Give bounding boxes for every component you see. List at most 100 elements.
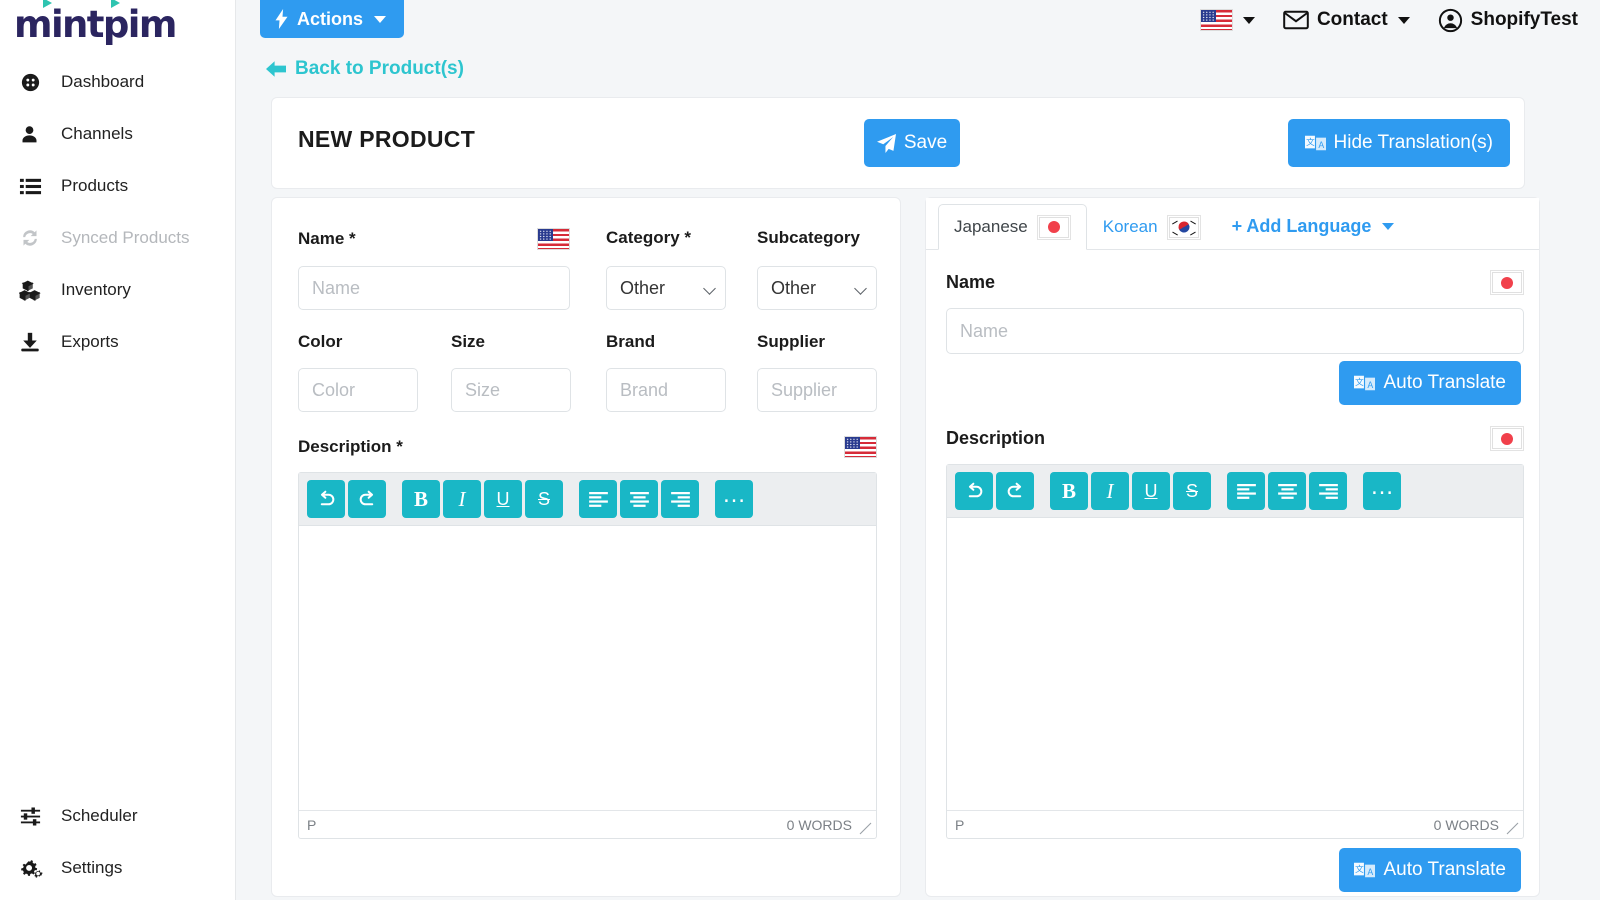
italic-icon[interactable]: I bbox=[1091, 472, 1129, 510]
contact-label: Contact bbox=[1316, 9, 1388, 30]
auto-translate-name-button[interactable]: 文 A Auto Translate bbox=[1339, 361, 1521, 405]
sidebar-item-dashboard[interactable]: Dashboard bbox=[0, 56, 235, 108]
save-button[interactable]: Save bbox=[864, 119, 960, 167]
align-center-icon[interactable] bbox=[620, 480, 658, 518]
sidebar-item-inventory[interactable]: Inventory bbox=[0, 264, 235, 316]
size-label: Size bbox=[451, 332, 486, 351]
translation-panel: Japanese Korean + Add Language Name Name… bbox=[925, 197, 1540, 897]
tab-label: Japanese bbox=[954, 217, 1028, 236]
kr-flag-icon bbox=[1166, 214, 1201, 240]
name-input[interactable] bbox=[298, 266, 570, 310]
editor-status-bar: P 0 WORDS bbox=[947, 810, 1523, 838]
redo-icon[interactable] bbox=[996, 472, 1034, 510]
align-center-icon[interactable] bbox=[1268, 472, 1306, 510]
sidebar-item-label: Channels bbox=[61, 124, 133, 143]
color-input[interactable] bbox=[298, 368, 418, 412]
language-tabs: Japanese Korean + Add Language bbox=[926, 198, 1539, 250]
us-flag-icon bbox=[1199, 9, 1233, 31]
editor-status-bar: P 0 WORDS bbox=[299, 810, 876, 838]
sidebar-item-label: Products bbox=[61, 176, 129, 195]
sidebar-item-label: Scheduler bbox=[61, 806, 138, 825]
top-bar: Contact ShopifyTest bbox=[236, 0, 1600, 40]
svg-text:文: 文 bbox=[1356, 376, 1365, 388]
redo-icon[interactable] bbox=[348, 480, 386, 518]
translation-editor-body[interactable] bbox=[947, 518, 1523, 810]
add-language-button[interactable]: + Add Language bbox=[1217, 203, 1410, 249]
more-options-icon[interactable]: … bbox=[715, 480, 753, 518]
align-left-icon[interactable] bbox=[1227, 472, 1265, 510]
strikethrough-icon[interactable]: S bbox=[525, 480, 563, 518]
underline-icon[interactable]: U bbox=[484, 480, 522, 518]
description-editor-body[interactable] bbox=[299, 526, 876, 810]
back-to-products-link[interactable]: Back to Product(s) bbox=[266, 58, 464, 80]
translation-description-editor: B I U S … P 0 WORDS bbox=[946, 464, 1524, 839]
jp-flag-icon bbox=[1490, 270, 1524, 295]
paper-plane-icon bbox=[876, 133, 896, 153]
editor-element-path: P bbox=[955, 816, 965, 833]
sidebar-item-channels[interactable]: Channels bbox=[0, 108, 235, 160]
logo-triangle-icon bbox=[43, 0, 52, 8]
sidebar-item-synced-products[interactable]: Synced Products bbox=[0, 212, 235, 264]
auto-translate-description-button[interactable]: 文 A Auto Translate bbox=[1339, 848, 1521, 892]
auto-translate-label: Auto Translate bbox=[1383, 859, 1506, 880]
hide-translations-button[interactable]: 文 A Hide Translation(s) bbox=[1287, 119, 1510, 167]
product-header-card: NEW PRODUCT Save 文 A Hide Translation(s) bbox=[271, 97, 1525, 189]
translation-description-label: Description bbox=[946, 428, 1046, 448]
save-label: Save bbox=[903, 132, 948, 153]
product-form-panel: Name * Category * Subcategory Other Othe… bbox=[271, 197, 901, 897]
description-label: Description * bbox=[298, 437, 403, 456]
align-left-icon[interactable] bbox=[579, 480, 617, 518]
tab-korean[interactable]: Korean bbox=[1087, 204, 1217, 250]
translation-name-input[interactable] bbox=[946, 308, 1524, 354]
supplier-input[interactable] bbox=[757, 368, 877, 412]
italic-icon[interactable]: I bbox=[443, 480, 481, 518]
download-icon bbox=[19, 331, 51, 353]
jp-flag-icon bbox=[1036, 214, 1071, 240]
subcategory-select[interactable]: Other bbox=[757, 266, 877, 310]
svg-text:A: A bbox=[1368, 868, 1374, 878]
color-label: Color bbox=[298, 332, 343, 351]
translate-icon: 文 A bbox=[1354, 860, 1376, 880]
sidebar-item-settings[interactable]: Settings bbox=[0, 842, 235, 894]
bold-icon[interactable]: B bbox=[402, 480, 440, 518]
brand-label: Brand bbox=[606, 332, 656, 351]
subcategory-label: Subcategory bbox=[757, 228, 860, 247]
back-link-label: Back to Product(s) bbox=[295, 58, 464, 79]
sidebar-item-scheduler[interactable]: Scheduler bbox=[0, 790, 235, 842]
app-logo[interactable]: mintpim bbox=[0, 0, 235, 46]
arrow-left-icon bbox=[266, 60, 286, 78]
sidebar-item-exports[interactable]: Exports bbox=[0, 316, 235, 368]
tab-japanese[interactable]: Japanese bbox=[938, 204, 1087, 250]
sidebar: mintpim Dashboard Channels Products Sync… bbox=[0, 0, 236, 900]
translate-icon: 文 A bbox=[1304, 133, 1326, 153]
editor-toolbar: B I U S … bbox=[299, 473, 876, 526]
brand-input[interactable] bbox=[606, 368, 726, 412]
bold-icon[interactable]: B bbox=[1050, 472, 1088, 510]
supplier-label: Supplier bbox=[757, 332, 826, 351]
user-name-label: ShopifyTest bbox=[1470, 9, 1578, 30]
strikethrough-icon[interactable]: S bbox=[1173, 472, 1211, 510]
envelope-icon bbox=[1283, 10, 1309, 30]
sidebar-item-label: Synced Products bbox=[61, 228, 190, 247]
size-input[interactable] bbox=[451, 368, 571, 412]
user-menu[interactable]: ShopifyTest bbox=[1424, 0, 1592, 40]
sidebar-bottom-nav: Scheduler Settings bbox=[0, 790, 235, 894]
sidebar-item-label: Inventory bbox=[61, 280, 131, 299]
undo-icon[interactable] bbox=[955, 472, 993, 510]
align-right-icon[interactable] bbox=[1309, 472, 1347, 510]
language-selector[interactable] bbox=[1186, 0, 1269, 40]
svg-text:文: 文 bbox=[1306, 136, 1315, 148]
undo-icon[interactable] bbox=[307, 480, 345, 518]
sidebar-item-products[interactable]: Products bbox=[0, 160, 235, 212]
sidebar-item-label: Settings bbox=[61, 858, 123, 877]
underline-icon[interactable]: U bbox=[1132, 472, 1170, 510]
more-options-icon[interactable]: … bbox=[1363, 472, 1401, 510]
actions-button[interactable]: Actions bbox=[260, 0, 405, 38]
category-select[interactable]: Other bbox=[606, 266, 726, 310]
resize-grip-icon[interactable] bbox=[1506, 822, 1519, 835]
svg-text:A: A bbox=[1368, 381, 1374, 391]
resize-grip-icon[interactable] bbox=[859, 822, 872, 835]
align-right-icon[interactable] bbox=[661, 480, 699, 518]
contact-menu[interactable]: Contact bbox=[1269, 0, 1424, 40]
chevron-down-icon bbox=[1242, 16, 1255, 24]
